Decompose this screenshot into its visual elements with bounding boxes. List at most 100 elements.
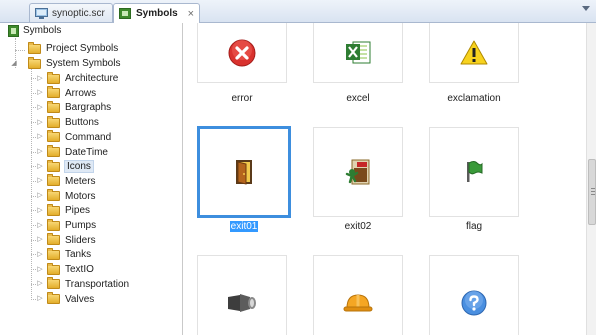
tree-item-label: Architecture bbox=[65, 73, 119, 84]
tree-item-system-symbols[interactable]: ◢ System Symbols bbox=[10, 56, 120, 71]
grip-line bbox=[591, 191, 595, 192]
error-icon bbox=[228, 39, 256, 67]
folder-icon bbox=[47, 100, 60, 113]
symbol-tile-error[interactable] bbox=[197, 23, 287, 83]
tree-item-architecture[interactable]: ▷ Architecture bbox=[31, 71, 119, 86]
symbol-tile-hardhat[interactable] bbox=[313, 255, 403, 335]
tree-item-label: Transportation bbox=[65, 278, 130, 290]
symbol-label: exit02 bbox=[344, 221, 372, 232]
symbols-root-icon bbox=[8, 24, 19, 37]
tree-root[interactable]: Symbols bbox=[8, 23, 61, 38]
expand-arrow-icon[interactable]: ▷ bbox=[36, 295, 44, 303]
folder-icon bbox=[47, 189, 60, 202]
collapse-arrow-icon[interactable]: ◢ bbox=[10, 60, 18, 68]
tree-item-label: Icons bbox=[64, 160, 94, 174]
symbol-label: error bbox=[231, 93, 253, 104]
hardhat-icon bbox=[343, 294, 373, 312]
tree-item-pumps[interactable]: ▷ Pumps bbox=[31, 218, 97, 233]
tree-item-tanks[interactable]: ▷ Tanks bbox=[31, 247, 91, 262]
symbol-label: excel bbox=[346, 93, 370, 104]
tree-item-label: Pipes bbox=[65, 205, 91, 217]
screen-icon bbox=[35, 7, 48, 19]
folder-icon bbox=[47, 159, 60, 172]
expand-arrow-icon[interactable]: ▷ bbox=[36, 222, 44, 230]
folder-icon bbox=[47, 71, 60, 84]
tree-item-command[interactable]: ▷ Command bbox=[31, 130, 112, 145]
expand-arrow-icon[interactable]: ▷ bbox=[36, 207, 44, 215]
symbol-tile-exit02[interactable] bbox=[313, 127, 403, 217]
close-icon[interactable]: × bbox=[184, 8, 194, 20]
symbol-label-selected: exit01 bbox=[189, 221, 299, 232]
tree-item-textio[interactable]: ▷ TextIO bbox=[31, 262, 94, 277]
folder-icon bbox=[47, 218, 60, 231]
expand-arrow-icon[interactable]: ▷ bbox=[36, 133, 44, 141]
tab-symbols[interactable]: Symbols × bbox=[113, 3, 200, 23]
expand-arrow-icon[interactable]: ▷ bbox=[36, 148, 44, 156]
symbol-tile-flashlight[interactable] bbox=[197, 255, 287, 335]
tree-item-label: Sliders bbox=[65, 234, 96, 246]
scrollbar-thumb[interactable] bbox=[588, 159, 596, 225]
tree-item-label: Buttons bbox=[65, 117, 99, 129]
tree-item-transportation[interactable]: ▷ Transportation bbox=[31, 277, 130, 292]
symbol-label: exclamation bbox=[447, 93, 501, 104]
folder-icon bbox=[47, 292, 60, 304]
expand-arrow-icon[interactable]: ▷ bbox=[36, 177, 44, 185]
expand-arrow-icon[interactable]: ▷ bbox=[36, 280, 44, 288]
exit01-icon bbox=[236, 160, 252, 185]
tree-item-valves[interactable]: ▷ Valves bbox=[31, 292, 94, 307]
tree-item-arrows[interactable]: ▷ Arrows bbox=[31, 86, 97, 101]
expand-arrow-icon[interactable]: ▷ bbox=[36, 89, 44, 97]
tree-item-label: DateTime bbox=[65, 146, 108, 158]
grip-line bbox=[591, 188, 595, 189]
folder-icon bbox=[47, 130, 60, 143]
exit02-icon bbox=[345, 159, 370, 185]
folder-icon bbox=[47, 262, 60, 275]
tab-dropdown-icon[interactable] bbox=[582, 6, 590, 11]
symbol-tile-exclamation[interactable] bbox=[429, 23, 519, 83]
tree-item-label: Pumps bbox=[65, 220, 97, 231]
folder-icon bbox=[47, 174, 60, 187]
tab-synoptic[interactable]: synoptic.scr bbox=[29, 3, 113, 22]
expand-arrow-icon[interactable]: ▷ bbox=[36, 266, 44, 274]
tree-item-motors[interactable]: ▷ Motors bbox=[31, 189, 96, 204]
tree-item-sliders[interactable]: ▷ Sliders bbox=[31, 233, 96, 248]
expand-arrow-icon[interactable]: ▷ bbox=[36, 192, 44, 200]
expand-arrow-icon[interactable]: ▷ bbox=[36, 251, 44, 259]
tree-item-label: Command bbox=[65, 131, 112, 143]
tree-root-label: Symbols bbox=[23, 25, 62, 36]
help-icon bbox=[461, 290, 487, 316]
symbol-tile-help[interactable] bbox=[429, 255, 519, 335]
document-tab-strip: synoptic.scr Symbols × bbox=[0, 0, 596, 23]
tree-item-icons[interactable]: ▷ Icons bbox=[31, 159, 94, 174]
symbol-tile-excel[interactable] bbox=[313, 23, 403, 83]
expand-arrow-icon[interactable]: ▷ bbox=[36, 104, 44, 112]
tree-item-datetime[interactable]: ▷ DateTime bbox=[31, 145, 108, 160]
folder-icon bbox=[47, 247, 60, 260]
tree-item-label: Meters bbox=[65, 175, 96, 187]
expand-arrow-icon[interactable]: ▷ bbox=[36, 119, 44, 127]
folder-icon bbox=[47, 233, 60, 246]
vertical-scrollbar[interactable] bbox=[586, 23, 596, 335]
excel-icon bbox=[346, 41, 371, 64]
expand-arrow-icon[interactable]: ▷ bbox=[36, 163, 44, 171]
exclamation-icon bbox=[460, 40, 488, 65]
symbol-tile-flag[interactable] bbox=[429, 127, 519, 217]
folder-open-icon bbox=[28, 56, 41, 69]
tree-item-label: TextIO bbox=[65, 264, 94, 276]
symbols-icon bbox=[119, 8, 131, 19]
tree-item-label: Arrows bbox=[65, 87, 97, 99]
folder-icon bbox=[47, 145, 60, 157]
expand-arrow-icon[interactable]: ▷ bbox=[36, 236, 44, 244]
expand-arrow-icon[interactable]: ▷ bbox=[36, 75, 44, 83]
tree-item-project-symbols[interactable]: Project Symbols bbox=[28, 41, 118, 56]
tree-item-label: System Symbols bbox=[46, 58, 121, 69]
tree-item-bargraphs[interactable]: ▷ Bargraphs bbox=[31, 100, 111, 115]
grip-line bbox=[591, 194, 595, 195]
tree-item-pipes[interactable]: ▷ Pipes bbox=[31, 203, 91, 218]
tree-item-meters[interactable]: ▷ Meters bbox=[31, 174, 96, 189]
folder-icon bbox=[47, 115, 60, 128]
symbol-grid: error excel exclamation exit01 exit02 fl… bbox=[183, 23, 586, 335]
symbol-label-text: exit01 bbox=[229, 221, 259, 232]
symbol-tile-exit01[interactable] bbox=[197, 126, 291, 218]
tree-item-buttons[interactable]: ▷ Buttons bbox=[31, 115, 99, 130]
